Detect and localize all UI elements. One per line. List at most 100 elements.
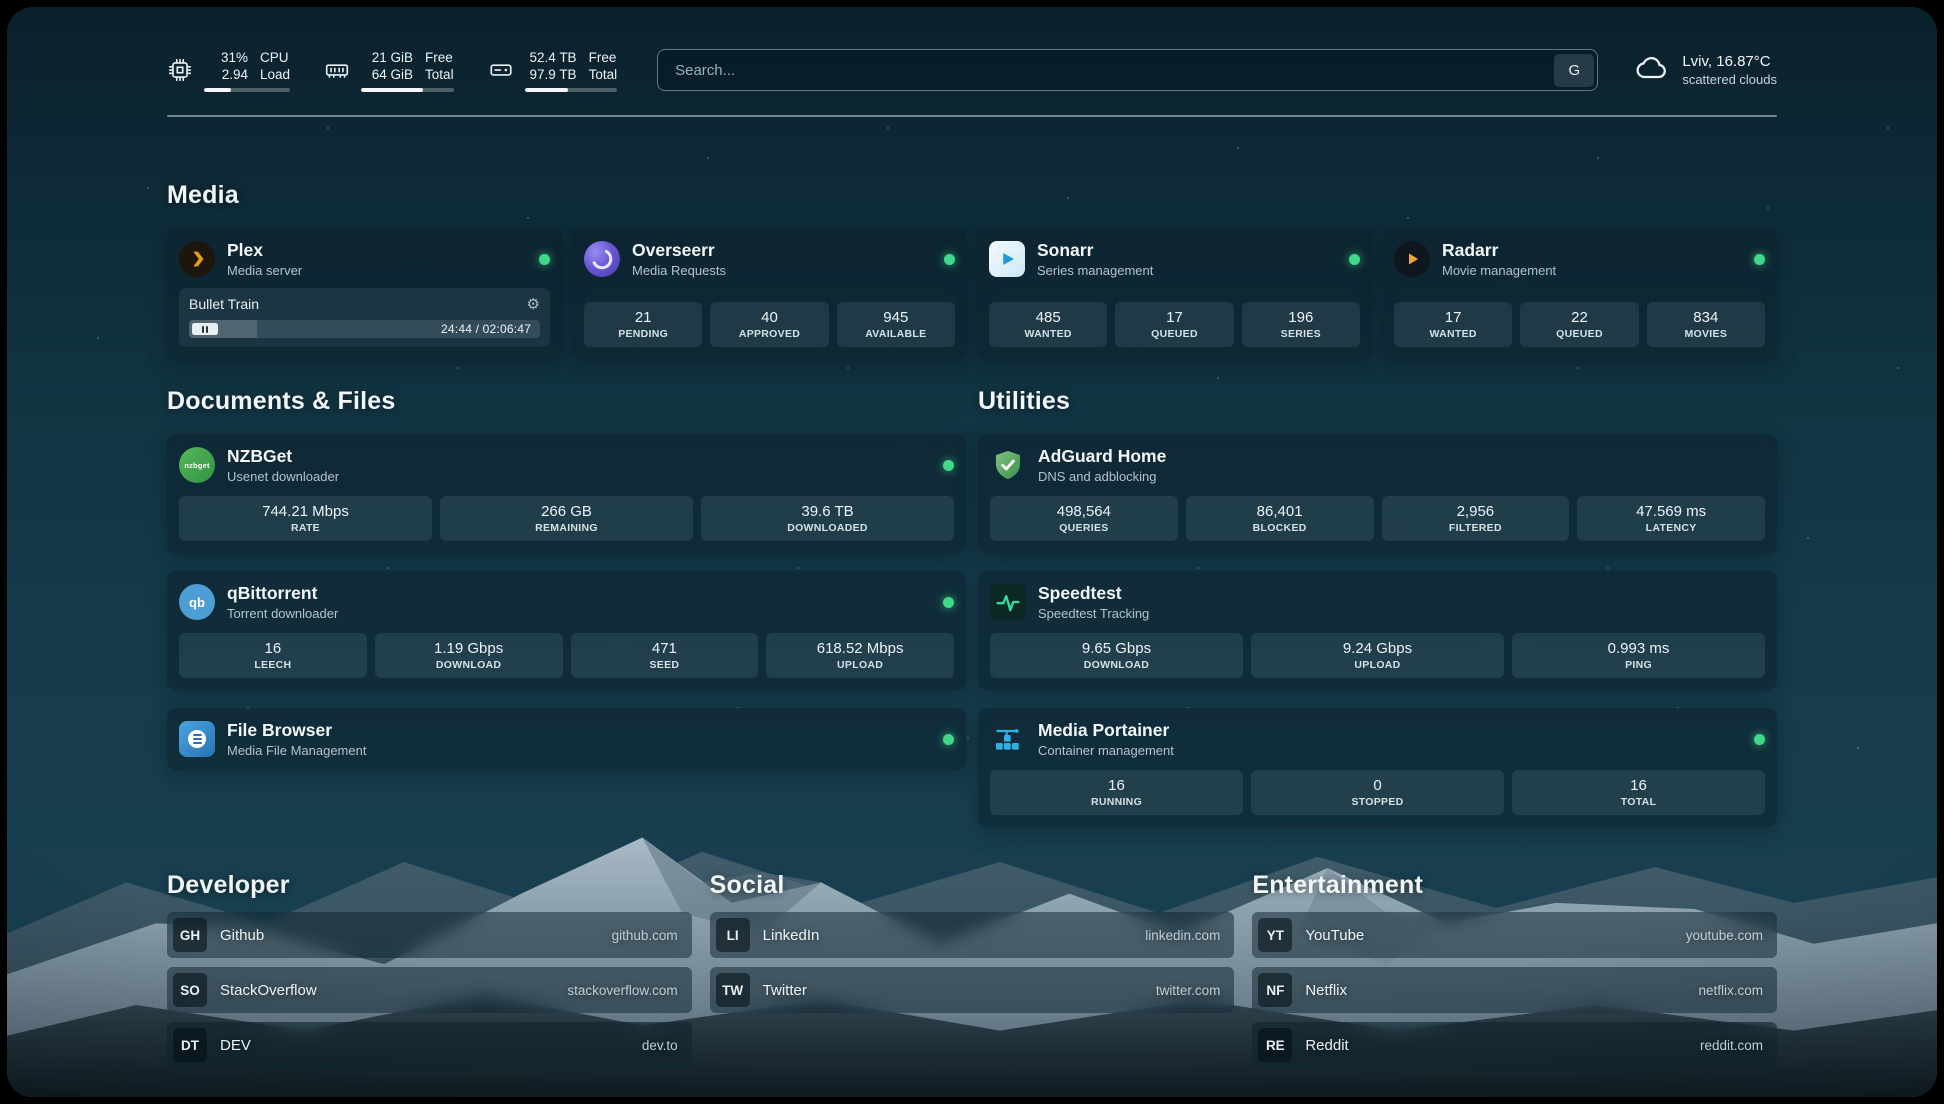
- memory-usage-bar: [361, 88, 454, 92]
- topbar: 31% 2.94 CPU Load: [167, 41, 1777, 99]
- status-dot: [943, 597, 954, 608]
- memory-usage-bar-fill: [361, 88, 423, 92]
- app-name: Speedtest: [1038, 583, 1149, 604]
- speedtest-card: Speedtest Speedtest Tracking 9.65 Gbps D…: [978, 571, 1777, 690]
- cpu-percent-value: 31%: [204, 49, 248, 66]
- dashboard-page: 31% 2.94 CPU Load: [7, 7, 1937, 1097]
- plex-icon: [179, 241, 215, 277]
- qbittorrent-icon: qb: [179, 584, 215, 620]
- stat-wanted: 485 WANTED: [989, 302, 1107, 347]
- app-name: qBittorrent: [227, 583, 338, 604]
- plex-card: Plex Media server Bullet Train ⚙: [167, 228, 562, 359]
- entertainment-section-title: Entertainment: [1252, 871, 1777, 900]
- linkedin-abbr-icon: LI: [716, 918, 750, 952]
- sonarr-link[interactable]: Sonarr Series management: [989, 240, 1360, 278]
- cloud-icon: [1634, 50, 1670, 91]
- bookmark-github[interactable]: GH Github github.com: [167, 912, 692, 958]
- qbittorrent-link[interactable]: qb qBittorrent Torrent downloader: [179, 583, 954, 621]
- now-playing-title: Bullet Train: [189, 296, 259, 312]
- stat-upload: 618.52 Mbps UPLOAD: [766, 633, 954, 678]
- status-dot: [943, 460, 954, 471]
- bookmark-linkedin[interactable]: LI LinkedIn linkedin.com: [710, 912, 1235, 958]
- bookmark-reddit[interactable]: RE Reddit reddit.com: [1252, 1022, 1777, 1068]
- memory-icon: [324, 57, 350, 83]
- cpu-usage-bar-fill: [204, 88, 231, 92]
- filebrowser-icon: [179, 721, 215, 757]
- app-subtitle: Media server: [227, 263, 302, 278]
- bookmark-stackoverflow[interactable]: SO StackOverflow stackoverflow.com: [167, 967, 692, 1013]
- stat-total: 16 TOTAL: [1512, 770, 1765, 815]
- social-section-title: Social: [710, 871, 1235, 900]
- weather-condition: scattered clouds: [1682, 72, 1777, 87]
- stat-ping: 0.993 ms PING: [1512, 633, 1765, 678]
- gear-icon[interactable]: ⚙: [527, 297, 540, 312]
- overseerr-icon: [584, 241, 620, 277]
- stat-download: 9.65 Gbps DOWNLOAD: [990, 633, 1243, 678]
- radarr-link[interactable]: Radarr Movie management: [1394, 240, 1765, 278]
- status-dot: [1754, 734, 1765, 745]
- overseerr-link[interactable]: Overseerr Media Requests: [584, 240, 955, 278]
- app-subtitle: Media File Management: [227, 743, 366, 758]
- nzbget-link[interactable]: nzbget NZBGet Usenet downloader: [179, 446, 954, 484]
- portainer-link[interactable]: Media Portainer Container management: [990, 720, 1765, 758]
- cpu-usage-bar: [204, 88, 290, 92]
- stat-upload: 9.24 Gbps UPLOAD: [1251, 633, 1504, 678]
- overseerr-card: Overseerr Media Requests 21 PENDING 40 A…: [572, 228, 967, 359]
- header-divider: [167, 115, 1777, 117]
- dashboard-content: 31% 2.94 CPU Load: [7, 7, 1937, 1097]
- app-subtitle: Speedtest Tracking: [1038, 606, 1149, 621]
- bookmark-dev[interactable]: DT DEV dev.to: [167, 1022, 692, 1068]
- disk-icon: [488, 57, 514, 83]
- stat-pending: 21 PENDING: [584, 302, 702, 347]
- disk-widget: 52.4 TB 97.9 TB Free Total: [488, 49, 618, 92]
- app-subtitle: Torrent downloader: [227, 606, 338, 621]
- stat-latency: 47.569 ms LATENCY: [1577, 496, 1765, 541]
- app-name: File Browser: [227, 720, 366, 741]
- app-subtitle: Media Requests: [632, 263, 726, 278]
- stat-remaining: 266 GB REMAINING: [440, 496, 693, 541]
- memory-free-value: 21 GiB: [361, 49, 413, 66]
- filebrowser-card: File Browser Media File Management: [167, 708, 966, 770]
- memory-free-label: Free: [425, 49, 454, 66]
- cpu-icon: [167, 57, 193, 83]
- bookmark-youtube[interactable]: YT YouTube youtube.com: [1252, 912, 1777, 958]
- search-bar[interactable]: G: [657, 49, 1598, 91]
- stat-running: 16 RUNNING: [990, 770, 1243, 815]
- memory-widget: 21 GiB 64 GiB Free Total: [324, 49, 454, 92]
- stat-available: 945 AVAILABLE: [837, 302, 955, 347]
- playback-progress-bar[interactable]: 24:44 / 02:06:47: [189, 320, 540, 338]
- app-name: NZBGet: [227, 446, 339, 467]
- bookmark-netflix[interactable]: NF Netflix netflix.com: [1252, 967, 1777, 1013]
- stat-download: 1.19 Gbps DOWNLOAD: [375, 633, 563, 678]
- speedtest-link[interactable]: Speedtest Speedtest Tracking: [990, 583, 1765, 621]
- bookmark-twitter[interactable]: TW Twitter twitter.com: [710, 967, 1235, 1013]
- documents-section-title: Documents & Files: [167, 387, 966, 416]
- status-dot: [539, 254, 550, 265]
- stat-queries: 498,564 QUERIES: [990, 496, 1178, 541]
- section-documents: Documents & Files nzbget NZBGet Usenet d…: [167, 387, 966, 770]
- stat-filtered: 2,956 FILTERED: [1382, 496, 1570, 541]
- disk-total-label: Total: [589, 66, 618, 83]
- adguard-card: AdGuard Home DNS and adblocking 498,564 …: [978, 434, 1777, 553]
- nzbget-icon: nzbget: [179, 447, 215, 483]
- plex-link[interactable]: Plex Media server: [179, 240, 550, 278]
- app-subtitle: Usenet downloader: [227, 469, 339, 484]
- memory-total-label: Total: [425, 66, 454, 83]
- cpu-load-value: 2.94: [204, 66, 248, 83]
- adguard-link[interactable]: AdGuard Home DNS and adblocking: [990, 446, 1765, 484]
- disk-total-value: 97.9 TB: [525, 66, 577, 83]
- google-search-button[interactable]: G: [1554, 54, 1594, 87]
- portainer-card: Media Portainer Container management 16 …: [978, 708, 1777, 827]
- filebrowser-link[interactable]: File Browser Media File Management: [179, 720, 954, 758]
- search-input[interactable]: [661, 62, 1554, 79]
- weather-widget: Lviv, 16.87°C scattered clouds: [1634, 50, 1777, 91]
- app-name: Radarr: [1442, 240, 1556, 261]
- github-abbr-icon: GH: [173, 918, 207, 952]
- media-section-title: Media: [167, 181, 1777, 210]
- status-dot: [944, 254, 955, 265]
- stat-movies: 834 MOVIES: [1647, 302, 1765, 347]
- dev-abbr-icon: DT: [173, 1028, 207, 1062]
- pause-icon[interactable]: [192, 323, 218, 335]
- adguard-icon: [990, 447, 1026, 483]
- portainer-icon: [990, 721, 1026, 757]
